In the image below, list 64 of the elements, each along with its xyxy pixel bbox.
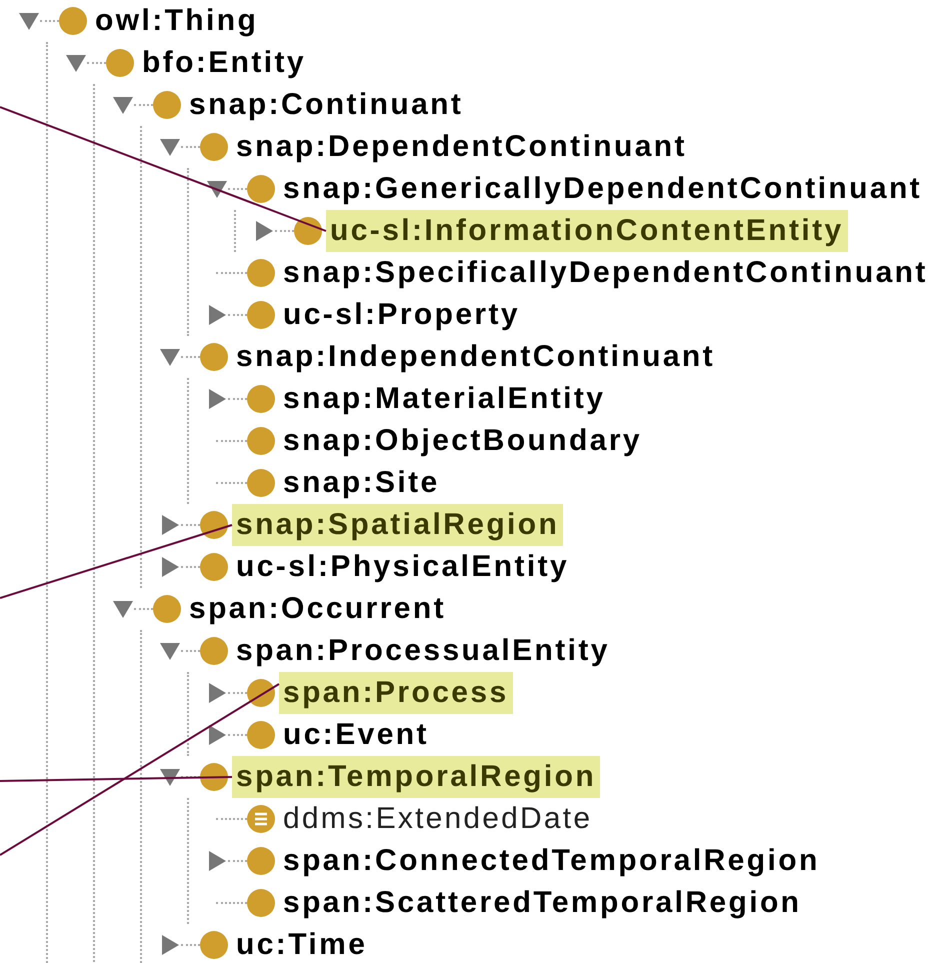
expand-toggle[interactable] <box>112 94 134 116</box>
class-icon <box>247 427 275 455</box>
expand-toggle[interactable] <box>206 724 228 746</box>
tree-item[interactable]: snap:IndependentContinuant <box>232 336 720 378</box>
class-icon <box>247 259 275 287</box>
expand-toggle[interactable] <box>159 934 181 956</box>
class-icon <box>200 343 228 371</box>
expand-toggle[interactable] <box>206 304 228 326</box>
tree-item[interactable]: span:Occurrent <box>185 588 450 630</box>
expand-toggle[interactable] <box>65 52 87 74</box>
tree-item[interactable]: uc-sl:PhysicalEntity <box>232 546 574 588</box>
class-icon <box>247 469 275 497</box>
tree-item[interactable]: bfo:Entity <box>138 42 310 84</box>
tree-item[interactable]: snap:Continuant <box>185 84 468 126</box>
tree-item[interactable]: span:TemporalRegion <box>232 756 600 798</box>
tree-item[interactable]: snap:MaterialEntity <box>279 378 610 420</box>
tree-item[interactable]: uc:Time <box>232 924 372 963</box>
class-icon <box>247 847 275 875</box>
tree-item[interactable]: snap:DependentContinuant <box>232 126 691 168</box>
tree-item[interactable]: span:ProcessualEntity <box>232 630 614 672</box>
tree-item[interactable]: ddms:ExtendedDate <box>279 798 596 840</box>
class-icon <box>247 889 275 917</box>
expand-toggle[interactable] <box>206 388 228 410</box>
expand-toggle[interactable] <box>159 346 181 368</box>
expand-toggle[interactable] <box>159 556 181 578</box>
class-icon <box>200 133 228 161</box>
expand-toggle[interactable] <box>206 850 228 872</box>
class-icon <box>200 553 228 581</box>
tree-item[interactable]: snap:SpecificallyDependentContinuant <box>279 252 932 294</box>
class-icon <box>153 91 181 119</box>
class-icon <box>200 511 228 539</box>
expand-toggle[interactable] <box>253 220 275 242</box>
class-icon <box>106 49 134 77</box>
class-icon <box>200 931 228 959</box>
class-icon <box>153 595 181 623</box>
tree-item[interactable]: snap:Site <box>279 462 444 504</box>
class-icon <box>247 679 275 707</box>
tree-item[interactable]: span:ConnectedTemporalRegion <box>279 840 824 882</box>
class-icon <box>247 721 275 749</box>
tree-item[interactable]: uc-sl:Property <box>279 294 524 336</box>
tree-item[interactable]: span:ScatteredTemporalRegion <box>279 882 806 924</box>
class-icon <box>59 7 87 35</box>
expand-toggle[interactable] <box>159 514 181 536</box>
tree-item[interactable]: owl:Thing <box>91 0 262 42</box>
tree-item[interactable]: snap:SpatialRegion <box>232 504 564 546</box>
class-icon <box>294 217 322 245</box>
tree-item[interactable]: snap:ObjectBoundary <box>279 420 646 462</box>
individual-icon <box>247 805 275 833</box>
tree-item[interactable]: span:Process <box>279 672 513 714</box>
expand-toggle[interactable] <box>206 178 228 200</box>
class-icon <box>200 637 228 665</box>
expand-toggle[interactable] <box>159 640 181 662</box>
expand-toggle[interactable] <box>18 10 40 32</box>
class-icon <box>247 385 275 413</box>
class-icon <box>247 301 275 329</box>
tree-item[interactable]: uc:Event <box>279 714 433 756</box>
class-icon <box>247 175 275 203</box>
expand-toggle[interactable] <box>159 136 181 158</box>
tree-item[interactable]: snap:GenericallyDependentContinuant <box>279 168 926 210</box>
class-icon <box>200 763 228 791</box>
expand-toggle[interactable] <box>206 682 228 704</box>
expand-toggle[interactable] <box>112 598 134 620</box>
tree-item[interactable]: uc-sl:InformationContentEntity <box>326 210 848 252</box>
expand-toggle[interactable] <box>159 766 181 788</box>
